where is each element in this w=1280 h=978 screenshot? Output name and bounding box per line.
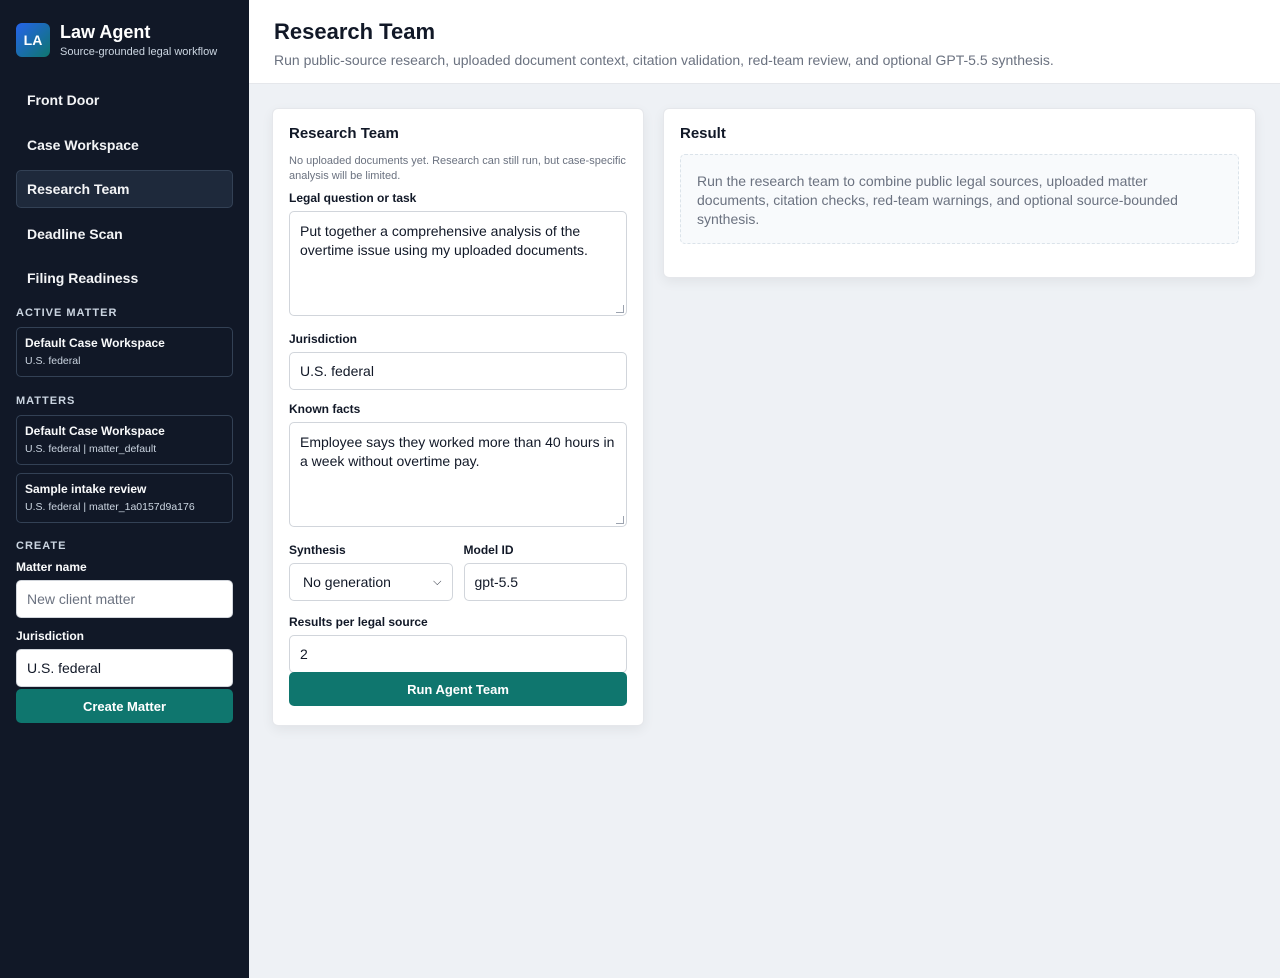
synthesis-label: Synthesis: [289, 543, 346, 557]
synthesis-value: No generation: [303, 574, 391, 590]
nav-item-deadline-scan[interactable]: Deadline Scan: [16, 215, 233, 253]
page-header: Research Team Run public-source research…: [249, 0, 1280, 84]
brand: LA Law Agent Source-grounded legal workf…: [16, 0, 233, 80]
create-jurisdiction-input[interactable]: U.S. federal: [16, 649, 233, 687]
result-panel: Result Run the research team to combine …: [663, 108, 1256, 278]
nav-item-research-team[interactable]: Research Team: [16, 170, 233, 208]
active-matter-heading: ACTIVE MATTER: [16, 307, 118, 319]
nav-item-filing-readiness[interactable]: Filing Readiness: [16, 259, 233, 297]
matter-item-name: Default Case Workspace: [25, 424, 165, 438]
matters-heading: MATTERS: [16, 395, 76, 407]
synthesis-row: Synthesis No generation ⌵ Model ID gpt-5…: [289, 543, 627, 601]
nav-item-case-workspace[interactable]: Case Workspace: [16, 126, 233, 164]
model-field: Model ID gpt-5.5: [463, 543, 627, 601]
active-matter-card[interactable]: Default Case Workspace U.S. federal: [16, 327, 233, 377]
matter-item-name: Sample intake review: [25, 482, 147, 496]
active-matter-meta: U.S. federal: [25, 355, 81, 367]
resize-handle-icon[interactable]: [616, 305, 624, 313]
model-input[interactable]: gpt-5.5: [463, 563, 627, 601]
synthesis-field: Synthesis No generation ⌵: [289, 543, 453, 601]
synthesis-select[interactable]: No generation ⌵: [289, 563, 453, 601]
question-label: Legal question or task: [289, 191, 417, 205]
facts-text: Employee says they worked more than 40 h…: [300, 434, 615, 469]
active-matter-name: Default Case Workspace: [25, 336, 165, 350]
brand-title: Law Agent: [60, 22, 151, 42]
model-label: Model ID: [463, 543, 514, 557]
question-text: Put together a comprehensive analysis of…: [300, 223, 588, 258]
research-form-panel: Research Team No uploaded documents yet.…: [272, 108, 644, 726]
question-textarea[interactable]: Put together a comprehensive analysis of…: [289, 211, 627, 316]
upload-note: No uploaded documents yet. Research can …: [289, 155, 626, 182]
run-agent-team-button[interactable]: Run Agent Team: [289, 672, 627, 706]
matter-name-input[interactable]: New client matter: [16, 580, 233, 618]
results-input[interactable]: 2: [289, 635, 627, 673]
page-title: Research Team: [274, 19, 436, 44]
page-subtitle: Run public-source research, uploaded doc…: [274, 52, 1054, 68]
matter-item[interactable]: Default Case Workspace U.S. federal | ma…: [16, 415, 233, 465]
results-label: Results per legal source: [289, 615, 428, 629]
result-placeholder: Run the research team to combine public …: [680, 154, 1239, 244]
create-matter-button[interactable]: Create Matter: [16, 689, 233, 723]
resize-handle-icon[interactable]: [616, 516, 624, 524]
matter-name-label: Matter name: [16, 560, 87, 574]
form-title: Research Team: [289, 125, 399, 142]
chevron-down-icon: ⌵: [433, 575, 442, 588]
result-title: Result: [680, 125, 726, 142]
main-nav: Front Door Case Workspace Research Team …: [16, 81, 233, 297]
brand-logo-icon: LA: [16, 23, 50, 57]
matter-item-meta: U.S. federal | matter_default: [25, 443, 157, 455]
create-jurisdiction-label: Jurisdiction: [16, 629, 85, 643]
matter-item-meta: U.S. federal | matter_1a0157d9a176: [25, 501, 195, 513]
facts-textarea[interactable]: Employee says they worked more than 40 h…: [289, 422, 627, 527]
facts-label: Known facts: [289, 402, 361, 416]
nav-item-front-door[interactable]: Front Door: [16, 81, 233, 119]
jurisdiction-input[interactable]: U.S. federal: [289, 352, 627, 390]
matter-item[interactable]: Sample intake review U.S. federal | matt…: [16, 473, 233, 523]
sidebar: LA Law Agent Source-grounded legal workf…: [0, 0, 249, 978]
brand-subtitle: Source-grounded legal workflow: [60, 46, 218, 58]
create-heading: CREATE: [16, 540, 67, 552]
jurisdiction-label: Jurisdiction: [289, 332, 358, 346]
